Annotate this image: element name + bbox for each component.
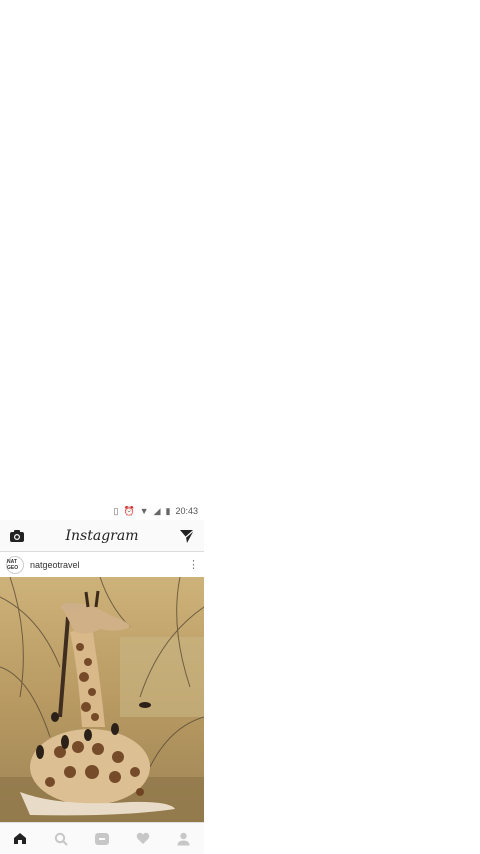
- activity-heart-icon[interactable]: [131, 827, 155, 851]
- alarm-icon: ⏰: [123, 505, 135, 516]
- instagram-app-window: ▯ ⏰ ▼ ◢ ▮ 20:43 Instagram NAT GEO natgeo: [0, 502, 204, 854]
- battery-icon: ▮: [165, 505, 171, 516]
- post-header: NAT GEO natgeotravel ⋮: [0, 552, 204, 577]
- camera-tab-icon[interactable]: [90, 827, 114, 851]
- app-title: Instagram: [65, 527, 139, 544]
- more-vertical-icon[interactable]: ⋮: [188, 558, 199, 571]
- app-top-bar: Instagram: [0, 520, 204, 552]
- status-time: 20:43: [175, 506, 198, 516]
- giraffe-photo: [0, 577, 204, 822]
- avatar[interactable]: NAT GEO: [6, 555, 24, 574]
- avatar-text: NAT GEO: [7, 558, 19, 571]
- wifi-icon: ▼: [139, 505, 149, 516]
- direct-message-icon[interactable]: [178, 527, 196, 545]
- vibrate-icon: ▯: [113, 505, 119, 516]
- post-image[interactable]: [0, 577, 204, 822]
- bottom-nav-bar: [0, 822, 204, 854]
- status-bar: ▯ ⏰ ▼ ◢ ▮ 20:43: [0, 502, 204, 520]
- home-icon[interactable]: [8, 827, 32, 851]
- signal-icon: ◢: [153, 505, 161, 516]
- post-username[interactable]: natgeotravel: [30, 560, 188, 570]
- camera-icon[interactable]: [8, 527, 26, 545]
- search-icon[interactable]: [49, 827, 73, 851]
- profile-icon[interactable]: [172, 827, 196, 851]
